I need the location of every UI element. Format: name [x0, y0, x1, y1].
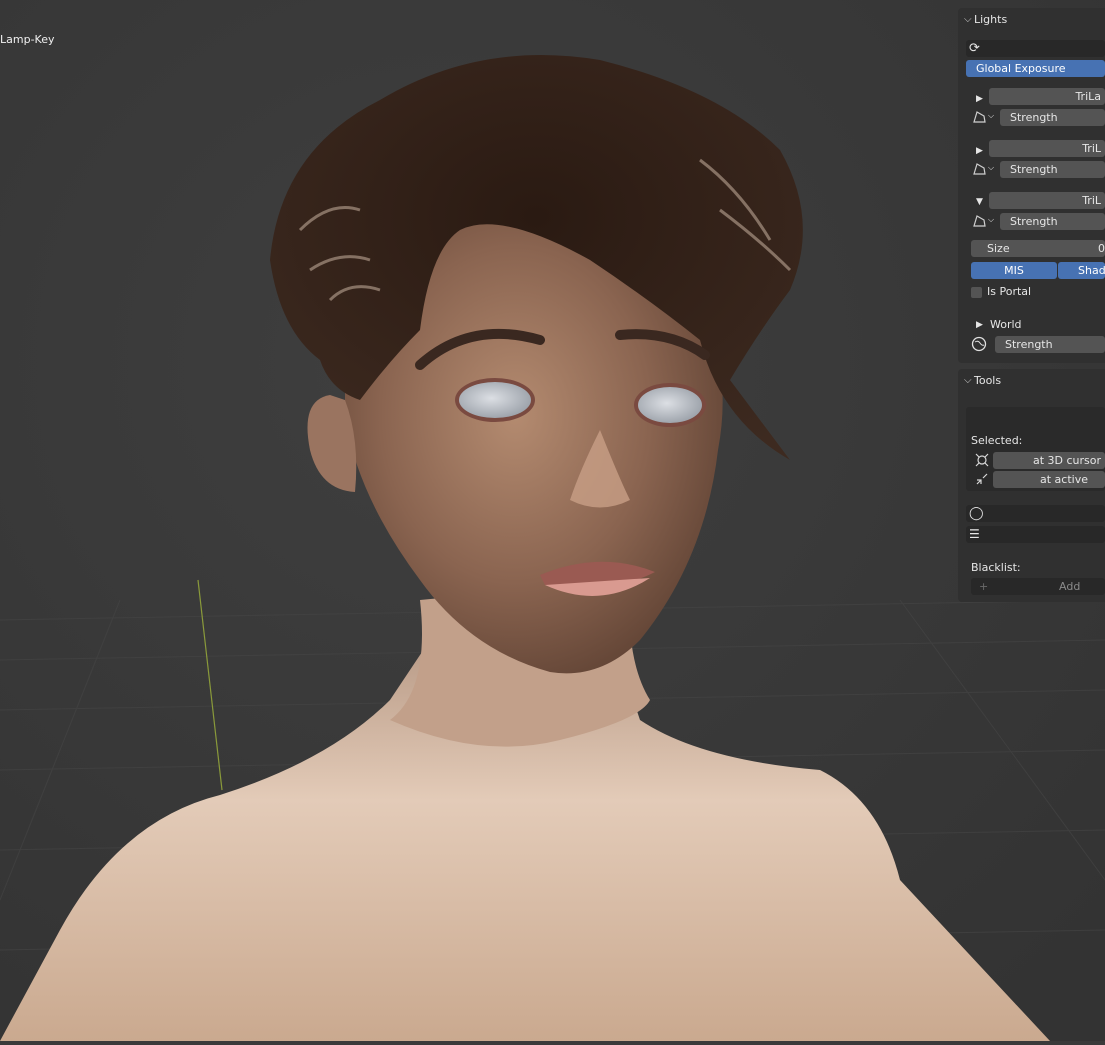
tools-header[interactable]: ⌵ Tools — [964, 374, 1001, 387]
is-portal-checkbox[interactable] — [971, 287, 982, 298]
is-portal-label: Is Portal — [987, 285, 1032, 298]
refresh-icon: ⟳ — [969, 41, 980, 56]
lamp-type-icon[interactable] — [972, 213, 988, 229]
chevron-down-icon[interactable]: ⌵ — [988, 215, 994, 225]
add-label: Add — [1059, 580, 1081, 593]
size-label: Size — [987, 242, 1010, 255]
lights-panel: ⌵ Lights ⟳ Global Exposure ▶ TriLa ⌵ Str… — [958, 8, 1105, 363]
shadow-toggle[interactable]: Shad — [1058, 262, 1105, 279]
snap-cursor-icon[interactable] — [974, 452, 990, 468]
3d-viewport[interactable]: Lamp-Key — [0, 0, 1105, 1041]
mis-toggle[interactable]: MIS — [971, 262, 1057, 279]
expand-arrow-icon[interactable]: ▶ — [976, 320, 983, 330]
list-icon: ☰ — [969, 527, 980, 541]
lamp-type-icon[interactable] — [972, 109, 988, 125]
lamp-strength-field[interactable]: Strength — [1000, 161, 1105, 178]
tools-panel: ⌵ Tools Selected: at 3D cursor at active… — [958, 369, 1105, 602]
lamp-name-field[interactable]: TriL — [989, 140, 1105, 157]
selected-label: Selected: — [971, 434, 1023, 447]
lamp-name-field[interactable]: TriL — [989, 192, 1105, 209]
lights-header[interactable]: ⌵ Lights — [964, 13, 1007, 26]
expand-arrow-icon[interactable]: ▶ — [976, 94, 983, 104]
at-active-button[interactable]: at active — [993, 471, 1105, 488]
snap-active-icon[interactable] — [974, 471, 990, 487]
plus-icon: + — [979, 580, 989, 593]
size-value: 0 — [1098, 242, 1105, 255]
chevron-down-icon: ⌵ — [964, 14, 972, 25]
lamp-type-icon[interactable] — [972, 161, 988, 177]
at-3d-cursor-button[interactable]: at 3D cursor — [993, 452, 1105, 469]
blacklist-label: Blacklist: — [971, 561, 1021, 574]
lights-header-label: Lights — [974, 13, 1008, 26]
lamp-name-field[interactable]: TriLa — [989, 88, 1105, 105]
world-label: World — [990, 318, 1022, 331]
circle-option-row[interactable]: ◯ — [966, 505, 1105, 522]
active-object-label: Lamp-Key — [0, 33, 55, 46]
collapse-arrow-icon[interactable]: ▼ — [976, 197, 983, 207]
circle-icon: ◯ — [969, 506, 984, 521]
size-field[interactable]: Size 0 — [971, 240, 1105, 257]
expand-arrow-icon[interactable]: ▶ — [976, 146, 983, 156]
lamp-strength-field[interactable]: Strength — [1000, 109, 1105, 126]
world-strength-field[interactable]: Strength — [995, 336, 1105, 353]
refresh-button[interactable]: ⟳ — [966, 40, 1105, 57]
viewport-render — [0, 0, 1105, 1041]
chevron-down-icon: ⌵ — [964, 375, 972, 386]
global-exposure-field[interactable]: Global Exposure — [966, 60, 1105, 77]
lamp-strength-field[interactable]: Strength — [1000, 213, 1105, 230]
chevron-down-icon[interactable]: ⌵ — [988, 111, 994, 121]
chevron-down-icon[interactable]: ⌵ — [988, 163, 994, 173]
world-icon — [971, 336, 987, 352]
tools-header-label: Tools — [974, 374, 1002, 387]
add-blacklist-button[interactable]: + Add — [971, 578, 1105, 595]
list-option-row[interactable]: ☰ — [966, 526, 1105, 543]
